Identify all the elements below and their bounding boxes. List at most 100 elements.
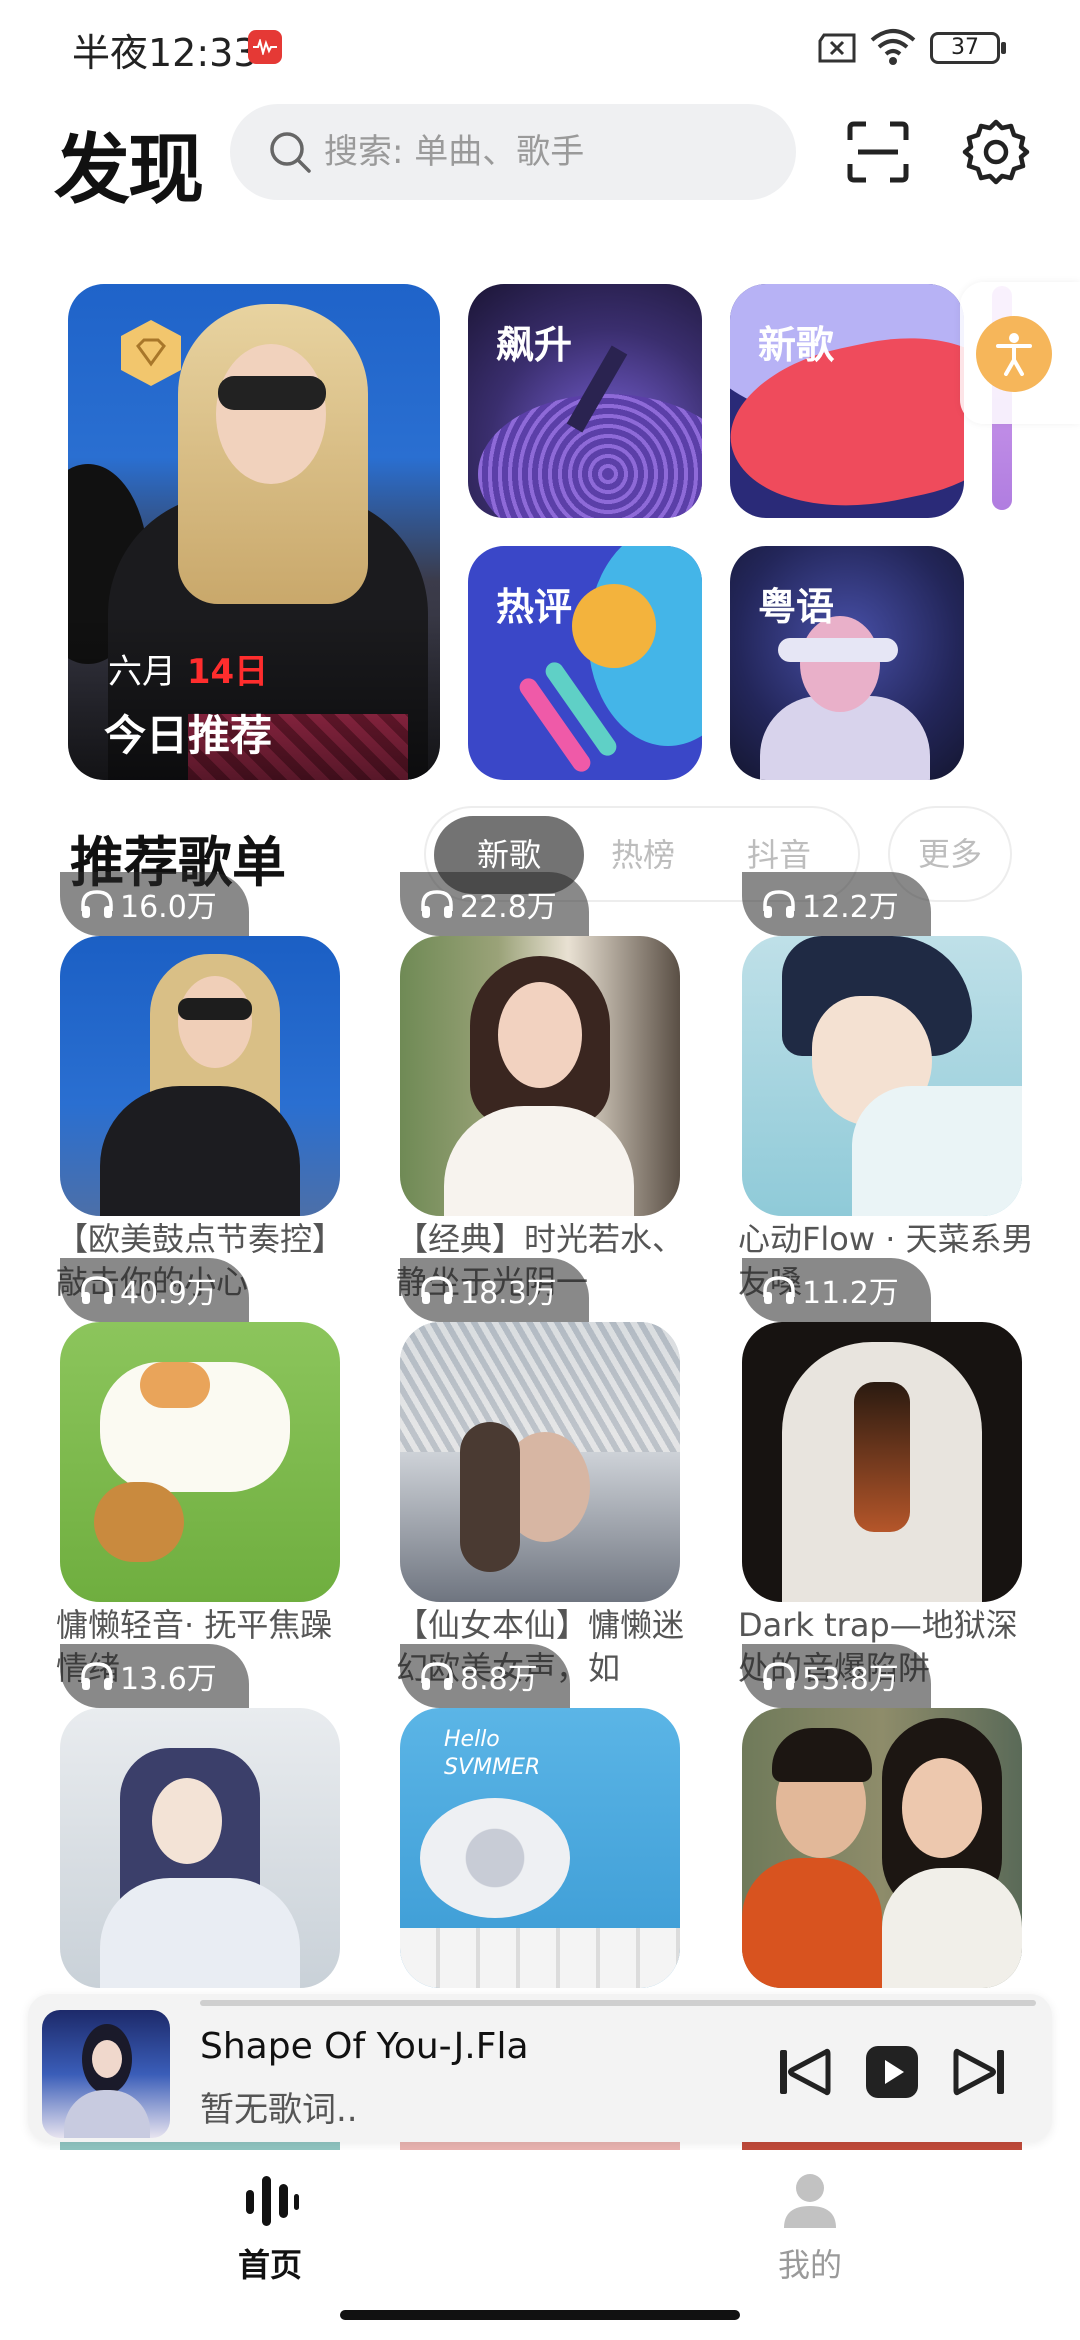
cover-sun-hat [420, 1798, 570, 1918]
playlist-cover[interactable]: Hello SVMMER [400, 1708, 680, 1988]
cantonese-label: 粤语 [758, 585, 835, 629]
cantonese-card[interactable]: 粤语 [730, 546, 964, 780]
nav-mine-label: 我的 [777, 2246, 842, 2284]
headphones-icon [81, 1276, 113, 1304]
cover-figure-sweater [742, 1858, 882, 1988]
cover-figure-robe [100, 1878, 300, 1988]
play-icon[interactable] [864, 2044, 920, 2100]
chart-new-label: 新歌 [758, 323, 835, 367]
cover-figure-jacket [100, 1086, 300, 1216]
scan-icon[interactable] [846, 120, 910, 184]
play-count: 12.2万 [802, 890, 899, 925]
battery-level: 37 [951, 35, 979, 60]
play-count-badge: 16.0万 [60, 872, 249, 936]
headphones-icon [421, 1662, 453, 1690]
play-count: 13.6万 [120, 1662, 217, 1697]
cover-figure-face [178, 976, 252, 1068]
search-bar[interactable] [230, 104, 796, 200]
search-input[interactable] [324, 104, 764, 200]
play-count: 18.3万 [460, 1276, 557, 1311]
playlist-cover[interactable] [400, 936, 680, 1216]
cover-figure2-face [902, 1758, 982, 1858]
accessibility-icon [996, 333, 1032, 376]
playlist-cover[interactable] [60, 1708, 340, 1988]
status-time: 半夜12:33 [72, 31, 258, 75]
play-count-badge: 53.8万 [742, 1644, 931, 1708]
playlist-cover[interactable] [60, 936, 340, 1216]
headphones-icon [763, 1276, 795, 1304]
cover-figure-glasses [218, 376, 326, 410]
playlist-cover[interactable] [400, 1322, 680, 1602]
headphones-icon [421, 1276, 453, 1304]
cover-summer-text: Hello SVMMER [444, 1727, 541, 1780]
chart-new-card[interactable]: 新歌 [730, 284, 964, 518]
now-playing-title: Shape Of You-J.Fla [200, 2026, 529, 2067]
gear-icon[interactable] [962, 118, 1030, 186]
cover-figure-body [852, 1086, 1022, 1216]
play-count-badge: 12.2万 [742, 872, 931, 936]
headphones-icon [763, 890, 795, 918]
playlist-cover[interactable] [60, 1322, 340, 1602]
diamond-icon [121, 320, 181, 386]
status-bar: 半夜12:33 37 [0, 0, 1080, 96]
cover-sun [572, 584, 656, 668]
equalizer-icon [246, 2176, 299, 2226]
cover-face-void [854, 1382, 910, 1532]
tab-hot[interactable]: 热榜 [568, 816, 718, 894]
user-icon [784, 2174, 836, 2228]
home-indicator[interactable] [340, 2310, 740, 2320]
play-count-badge: 18.3万 [400, 1258, 589, 1322]
play-count: 11.2万 [802, 1276, 899, 1311]
playlist-cover[interactable] [742, 1708, 1022, 1988]
headphones-icon [81, 1662, 113, 1690]
today-title: 今日推荐 [104, 711, 273, 760]
cover-figure-hair [772, 1728, 872, 1782]
play-count: 53.8万 [802, 1662, 899, 1697]
page-title: 发现 [54, 125, 204, 214]
cover-basket [94, 1482, 184, 1562]
accessibility-button[interactable] [976, 316, 1052, 392]
wifi-icon [870, 29, 916, 65]
cover-figure-hair [460, 1422, 520, 1572]
play-count: 16.0万 [120, 890, 217, 925]
previous-icon[interactable] [776, 2044, 832, 2100]
headphones-icon [421, 890, 453, 918]
cover-figure-visor [778, 638, 898, 662]
playlist-cover[interactable] [742, 1322, 1022, 1602]
play-count-badge: 22.8万 [400, 872, 589, 936]
playlist-cover[interactable] [742, 936, 1022, 1216]
play-count-badge: 40.9万 [60, 1258, 249, 1322]
hot-comments-label: 热评 [496, 585, 573, 629]
playback-progress[interactable] [200, 2000, 1036, 2006]
bottom-nav: 首页 我的 [0, 2150, 1080, 2290]
mini-player[interactable]: Shape Of You-J.Fla 暂无歌词.. [28, 1994, 1052, 2142]
play-count-badge: 11.2万 [742, 1258, 931, 1322]
cover-figure-glasses [178, 998, 252, 1020]
cover-cat-patch [140, 1362, 210, 1408]
battery-nub [1001, 42, 1006, 54]
today-date: 六月 14日 [108, 644, 268, 693]
nav-home[interactable]: 首页 [170, 2170, 370, 2284]
play-count-badge: 8.8万 [400, 1644, 570, 1708]
play-count: 22.8万 [460, 890, 557, 925]
chart-rise-label: 飙升 [496, 323, 573, 367]
daily-recommend-card[interactable]: 六月 14日 今日推荐 [68, 284, 440, 780]
today-day: 14日 [186, 652, 269, 692]
cover-figure-face [498, 982, 582, 1088]
no-sim-icon [818, 33, 856, 63]
nav-mine[interactable]: 我的 [710, 2170, 910, 2284]
hot-comments-card[interactable]: 热评 [468, 546, 702, 780]
play-count: 8.8万 [460, 1662, 538, 1697]
search-icon [270, 132, 311, 173]
recording-icon [248, 30, 282, 64]
chart-rise-card[interactable]: 飙升 [468, 284, 702, 518]
cover-figure-face [152, 1778, 222, 1864]
next-icon[interactable] [952, 2044, 1008, 2100]
cover-figure-body [444, 1106, 634, 1216]
now-playing-lyric: 暂无歌词.. [200, 2090, 358, 2130]
cover-pool-edge [400, 1928, 680, 1988]
today-month: 六月 [108, 652, 176, 692]
battery-icon: 37 [930, 32, 1000, 64]
now-playing-art[interactable] [42, 2010, 170, 2138]
play-count: 40.9万 [120, 1276, 217, 1311]
